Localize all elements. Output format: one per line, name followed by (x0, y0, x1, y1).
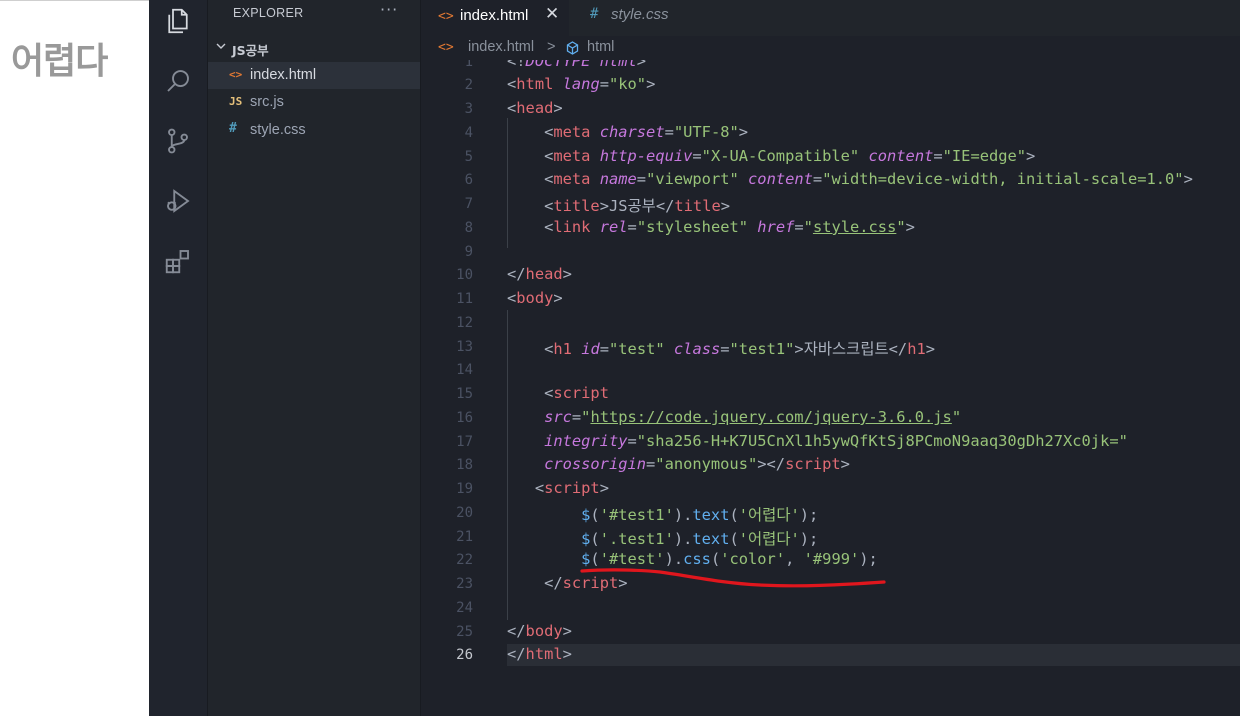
tab-style-css[interactable]: # style.css (570, 0, 680, 36)
code-line: </html> (507, 645, 572, 663)
html-file-icon: <> (438, 9, 454, 24)
breadcrumb: <> index.html > html (421, 36, 1240, 60)
css-file-icon: # (590, 6, 599, 22)
code-line: integrity="sha256-H+K7U5CnXl1h5ywQfKtSj8… (544, 432, 1128, 450)
code-line: <link rel="stylesheet" href="style.css"> (544, 218, 915, 236)
current-line-highlight (507, 644, 1240, 666)
file-item-src-js[interactable]: JS src.js (208, 89, 420, 116)
line-number: 12 (456, 315, 473, 331)
line-number: 4 (464, 125, 473, 141)
line-number: 8 (464, 220, 473, 236)
code-line: <html lang="ko"> (507, 75, 656, 93)
run-debug-icon[interactable] (161, 184, 195, 218)
explorer-header: EXPLORER ··· (208, 0, 420, 28)
code-line: <meta charset="UTF-8"> (544, 123, 749, 141)
line-number: 10 (456, 267, 473, 283)
code-line: </script> (544, 574, 628, 592)
line-number: 13 (456, 339, 473, 355)
breadcrumb-file[interactable]: index.html (468, 39, 534, 55)
activity-bar (149, 0, 208, 716)
line-number: 6 (464, 172, 473, 188)
line-number: 7 (464, 196, 473, 212)
folder-row[interactable]: JS공부 (208, 36, 420, 60)
explorer-title: EXPLORER (233, 6, 304, 20)
stylesheet-link: style.css (812, 218, 897, 236)
code-line: <!DOCTYPE html> (507, 60, 647, 70)
code-line: $('#test1').text('어렵다'); (581, 506, 819, 524)
line-number: 17 (456, 434, 473, 450)
extensions-icon[interactable] (161, 244, 195, 278)
line-number: 2 (464, 77, 473, 93)
explorer-sidebar: EXPLORER ··· JS공부 <> index.html JS src.j… (208, 0, 421, 716)
code-line: <body> (507, 289, 563, 307)
line-number: 18 (456, 457, 473, 473)
line-number: 14 (456, 362, 473, 378)
code-line: <meta name="viewport" content="width=dev… (544, 170, 1193, 188)
source-control-icon[interactable] (161, 124, 195, 158)
file-item-index-html[interactable]: <> index.html (208, 62, 420, 89)
code-line: src="https://code.jquery.com/jquery-3.6.… (544, 408, 962, 426)
search-icon[interactable] (161, 64, 195, 98)
preview-top-border (0, 0, 149, 6)
line-number: 11 (456, 291, 473, 307)
code-line: <h1 id="test" class="test1">자바스크립트</h1> (544, 340, 936, 358)
file-label: index.html (250, 67, 317, 83)
file-label: src.js (250, 94, 284, 110)
chevron-down-icon (216, 43, 226, 49)
html-file-icon: <> (438, 40, 454, 55)
css-file-icon: # (229, 121, 237, 136)
line-number: 1 (464, 60, 473, 70)
line-number-current: 26 (456, 647, 473, 663)
code-line: $('#test').css('color', '#999'); (581, 550, 878, 568)
code-line: <head> (507, 99, 563, 117)
code-line: </head> (507, 265, 572, 283)
browser-preview: 어렵다 (0, 0, 150, 716)
line-number: 16 (456, 410, 473, 426)
line-number: 21 (456, 529, 473, 545)
jquery-url-link: https://code.jquery.com/jquery-3.6.0.js (590, 408, 952, 426)
breadcrumb-separator: > (547, 39, 556, 55)
code-line: <meta http-equiv="X-UA-Compatible" conte… (544, 147, 1036, 165)
element-node-icon (566, 41, 579, 55)
folder-name: JS공부 (232, 43, 269, 58)
editor-tab-bar: <> index.html ✕ # style.css (421, 0, 1240, 37)
code-line: </body> (507, 622, 572, 640)
breadcrumb-node[interactable]: html (587, 39, 614, 55)
line-number: 9 (464, 244, 473, 260)
code-editor[interactable]: 1 2 3 4 5 6 7 8 9 10 11 12 13 14 15 16 1… (421, 60, 1240, 716)
line-number: 25 (456, 624, 473, 640)
tab-label: style.css (611, 6, 669, 23)
html-file-icon: <> (229, 68, 243, 81)
preview-heading: 어렵다 (11, 41, 108, 82)
code-line: crossorigin="anonymous"></script> (544, 455, 850, 473)
tab-label: index.html (460, 7, 529, 24)
line-number: 5 (464, 149, 473, 165)
line-number: 22 (456, 552, 473, 568)
line-number: 3 (464, 101, 473, 117)
explorer-icon[interactable] (161, 4, 195, 38)
code-line: <script (544, 384, 609, 402)
tab-index-html[interactable]: <> index.html ✕ (421, 0, 569, 37)
close-icon[interactable]: ✕ (545, 4, 559, 24)
js-file-icon: JS (229, 95, 243, 108)
line-number: 24 (456, 600, 473, 616)
code-line: $('.test1').text('어렵다'); (581, 530, 819, 548)
more-actions-icon[interactable]: ··· (380, 0, 398, 19)
code-line: <title>JS공부</title> (544, 197, 731, 215)
file-item-style-css[interactable]: # style.css (208, 117, 420, 144)
line-number: 23 (456, 576, 473, 592)
code-line: <script> (534, 479, 609, 497)
file-label: style.css (250, 122, 306, 138)
line-number: 15 (456, 386, 473, 402)
line-number: 19 (456, 481, 473, 497)
line-number: 20 (456, 505, 473, 521)
